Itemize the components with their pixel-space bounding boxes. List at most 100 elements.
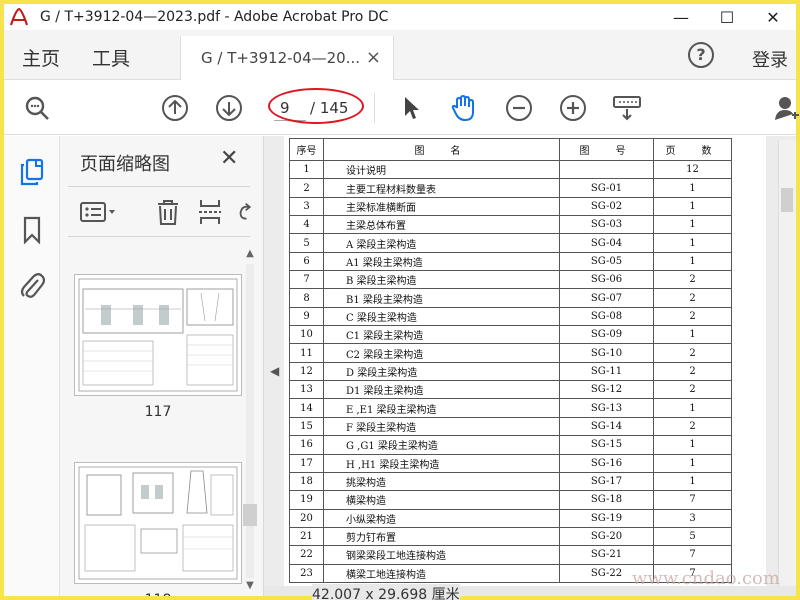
zoom-search-icon[interactable]: [22, 93, 52, 123]
row-pages: 1: [653, 233, 732, 253]
row-name: 小纵梁构造: [323, 508, 560, 528]
row-seq: 19: [289, 490, 324, 510]
close-panel-icon[interactable]: ✕: [220, 146, 238, 171]
menu-tab-bar: 主页 工具 G / T+3912-04—20... × ? 登录: [4, 30, 796, 80]
document-scrollbar[interactable]: [778, 140, 796, 590]
table-row: 14 E ,E1 梁段主梁构造 SG-13 1: [289, 398, 732, 418]
row-name: B1 梁段主梁构造: [323, 288, 560, 308]
attachments-icon[interactable]: [16, 270, 48, 302]
table-row: 9C 梁段主梁构造 SG-08 2: [289, 306, 732, 327]
home-tab[interactable]: 主页: [22, 44, 60, 71]
row-drawing-no: SG-13: [559, 398, 654, 418]
row-drawing-no: SG-01: [559, 178, 654, 198]
maximize-button[interactable]: ☐: [704, 4, 750, 30]
keyboard-page-display-icon[interactable]: [612, 93, 642, 123]
row-drawing-no: SG-07: [559, 288, 654, 308]
table-row: 13 D1 梁段主梁构造 SG-12 2: [289, 380, 732, 400]
scroll-down-icon[interactable]: ▼: [243, 580, 257, 591]
row-seq: 23: [289, 563, 324, 583]
row-pages: 1: [653, 435, 732, 455]
hand-tool-icon[interactable]: [448, 93, 478, 123]
row-name: 横梁构造: [323, 490, 560, 510]
row-name: 主梁标准横断面: [323, 196, 560, 217]
row-name: 主要工程材料数量表: [323, 178, 560, 198]
row-pages: 2: [653, 343, 732, 363]
table-row: 15 F 梁段主梁构造 SG-14 2: [289, 416, 732, 437]
watermark-text: www.cndao.com: [632, 568, 780, 589]
row-seq: 11: [289, 343, 324, 363]
row-pages: 1: [653, 325, 732, 345]
thumbnail-panel: 页面缩略图 ✕ 117 ▲ ▼: [60, 136, 264, 596]
next-page-icon[interactable]: [214, 93, 244, 123]
document-scrollbar-thumb[interactable]: [781, 188, 793, 212]
minimize-button[interactable]: —: [658, 4, 704, 30]
row-pages: 1: [653, 471, 732, 492]
row-pages: 5: [653, 526, 732, 547]
bookmarks-icon[interactable]: [16, 214, 48, 246]
select-pointer-icon[interactable]: [396, 93, 426, 123]
share-user-icon[interactable]: [772, 93, 800, 123]
document-tab[interactable]: G / T+3912-04—20... ×: [180, 36, 394, 80]
page-thumbnail-118[interactable]: [74, 462, 242, 584]
row-seq: 14: [289, 398, 324, 418]
row-drawing-no: SG-18: [559, 490, 654, 510]
document-tab-label: G / T+3912-04—20...: [201, 49, 361, 67]
close-tab-icon[interactable]: ×: [366, 47, 381, 68]
row-seq: 18: [289, 471, 324, 492]
row-seq: 9: [289, 306, 324, 327]
row-pages: 1: [653, 196, 732, 217]
header-name: 图 名: [323, 138, 560, 161]
pdf-page: 序号 图 名 图 号 页 数 1 设计说明 12 2 主要工程材料数量表 SG-01 1 3 主…: [284, 136, 766, 588]
login-button[interactable]: 登录: [752, 46, 788, 72]
drawing-index-table: 序号 图 名 图 号 页 数 1 设计说明 12 2 主要工程材料数量表 SG-01 1 3 主…: [289, 138, 732, 583]
help-icon[interactable]: ?: [688, 42, 714, 68]
row-drawing-no: SG-19: [559, 508, 654, 528]
previous-page-icon[interactable]: [160, 93, 190, 123]
row-pages: 1: [653, 178, 732, 198]
row-pages: 3: [653, 508, 732, 528]
table-row: 11 C2 梁段主梁构造 SG-10 2: [289, 343, 732, 363]
scroll-up-icon[interactable]: ▲: [243, 248, 257, 259]
row-drawing-no: SG-02: [559, 196, 654, 217]
row-pages: 2: [653, 288, 732, 308]
table-row: 3 主梁标准横断面 SG-02 1: [289, 196, 732, 217]
table-body: 1 设计说明 12 2 主要工程材料数量表 SG-01 1 3 主梁标准横断面 SG-02 1 4 主梁…: [289, 159, 732, 583]
page-thumbnail-117[interactable]: [74, 274, 242, 396]
table-row: 12 D 梁段主梁构造 SG-11 2: [289, 361, 732, 382]
row-pages: 1: [653, 398, 732, 418]
tools-tab[interactable]: 工具: [92, 44, 130, 71]
collapse-panel-icon[interactable]: ◀: [270, 364, 279, 378]
row-name: 挑梁构造: [323, 471, 560, 492]
row-drawing-no: SG-20: [559, 526, 654, 547]
row-drawing-no: SG-05: [559, 251, 654, 272]
app-logo-icon: [4, 4, 34, 30]
insert-page-icon[interactable]: [194, 196, 226, 228]
delete-page-icon[interactable]: [152, 196, 184, 228]
row-pages: 1: [653, 215, 732, 235]
zoom-out-icon[interactable]: [504, 93, 534, 123]
row-seq: 20: [289, 508, 324, 528]
scrollbar-track[interactable]: [246, 264, 254, 578]
page-thumbnails-icon[interactable]: [16, 156, 48, 188]
row-name: F 梁段主梁构造: [323, 416, 560, 437]
row-drawing-no: SG-16: [559, 453, 654, 473]
row-seq: 16: [289, 435, 324, 455]
table-row: 17 H ,H1 梁段主梁构造 SG-16 1: [289, 453, 732, 473]
scrollbar-thumb[interactable]: [243, 504, 257, 526]
row-drawing-no: SG-12: [559, 380, 654, 400]
window-title: G / T+3912-04—2023.pdf - Adobe Acrobat P…: [40, 9, 389, 25]
row-pages: 2: [653, 380, 732, 400]
thumbnail-scrollbar[interactable]: ▲ ▼: [243, 248, 257, 594]
table-row: 7B 梁段主梁构造 SG-06 2: [289, 270, 732, 290]
close-window-button[interactable]: ✕: [750, 4, 796, 30]
row-name: D 梁段主梁构造: [323, 361, 560, 382]
page-number-annotation-circle: [268, 88, 364, 124]
rotate-page-icon[interactable]: [234, 196, 254, 228]
row-drawing-no: SG-21: [559, 545, 654, 565]
row-drawing-no: SG-17: [559, 471, 654, 492]
row-drawing-no: SG-04: [559, 233, 654, 253]
row-name: C2 梁段主梁构造: [323, 343, 560, 363]
zoom-in-icon[interactable]: [558, 93, 588, 123]
table-row: 21 剪力钉布置 SG-20 5: [289, 526, 732, 547]
thumbnail-options-icon[interactable]: [78, 196, 118, 228]
